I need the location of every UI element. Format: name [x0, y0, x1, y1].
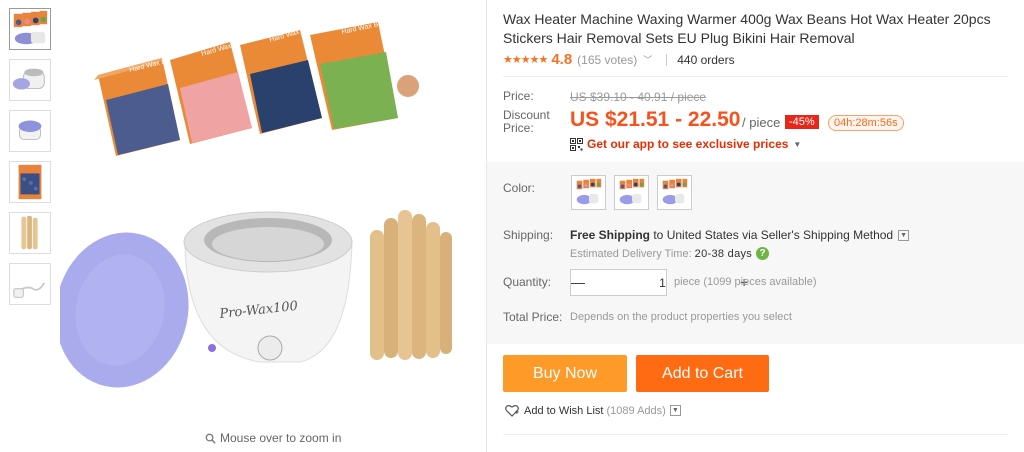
thumbnail-wooden-sticks[interactable]: [9, 212, 51, 254]
zoom-hint-text: Mouse over to zoom in: [220, 431, 342, 445]
thumbnail-eu-plug[interactable]: [9, 263, 51, 305]
product-title: Wax Heater Machine Waxing Warmer 400g Wa…: [503, 11, 991, 46]
per-piece-label: / piece: [742, 115, 781, 130]
product-illustration: Hard Wax Beans Hard Wax Beans Hard Wax B…: [60, 18, 452, 388]
free-shipping-text: Free Shipping: [570, 228, 651, 242]
app-promo-text: Get our app to see exclusive prices: [587, 137, 789, 151]
divider: [666, 53, 668, 66]
main-product-image[interactable]: Hard Wax Beans Hard Wax Beans Hard Wax B…: [60, 0, 480, 425]
wax-bag-pink: Hard Wax Beans: [170, 37, 254, 144]
shipping-method: Free Shipping to United States via Selle…: [570, 228, 910, 242]
divider: [503, 434, 1008, 435]
thumbnail-wax-beans-bags[interactable]: [9, 8, 51, 50]
total-price-note: Depends on the product properties you se…: [570, 311, 792, 323]
discount-percent-badge: -45%: [785, 115, 819, 129]
countdown-timer: 04h:28m:56s: [828, 115, 904, 131]
rating-row: ★★★★★ 4.8 (165 votes) ﹀ 440 orders: [503, 51, 735, 68]
set-thumbnail-icon: [576, 178, 602, 205]
thumbnail-wax-heater-open[interactable]: [9, 59, 51, 101]
zoom-hint: Mouse over to zoom in: [205, 431, 341, 445]
wax-heater: Pro-Wax100: [183, 211, 353, 363]
delivery-label: Estimated Delivery Time:: [570, 247, 692, 260]
set-thumbnail-icon: [662, 178, 688, 205]
thumbnail-wax-beans-bag[interactable]: [9, 161, 51, 203]
wax-heater-lid: [60, 232, 189, 388]
wax-beans-thumbnail-icon: [13, 10, 48, 45]
wax-bag-thumbnail-icon: [18, 164, 42, 200]
wax-bag-blue-gray: Hard Wax Beans: [94, 54, 182, 156]
buy-now-button[interactable]: Buy Now: [503, 355, 627, 392]
shipping-dropdown-icon[interactable]: ▼: [898, 229, 910, 241]
wax-heater-open-thumbnail-icon: [12, 68, 45, 90]
shipping-destination: to United States via Seller's Shipping M…: [650, 228, 894, 242]
wooden-sticks-thumbnail-icon: [21, 215, 38, 250]
quantity-decrease-button[interactable]: —: [571, 270, 585, 295]
shipping-label: Shipping:: [503, 228, 554, 242]
add-to-wishlist[interactable]: Add to Wish List (1089 Adds) ▼: [505, 404, 681, 417]
original-price: US $39.10 - 40.91 / piece: [570, 90, 707, 104]
quantity-stepper: — +: [570, 269, 748, 296]
color-swatch-1[interactable]: [571, 175, 606, 210]
total-price-label: Total Price:: [503, 310, 563, 324]
help-icon[interactable]: ?: [756, 247, 770, 260]
votes-link[interactable]: (165 votes): [577, 53, 637, 67]
discount-price-label-line2: Price:: [503, 121, 534, 135]
delivery-estimate: Estimated Delivery Time: 20-38 days ?: [570, 247, 770, 260]
caret-down-icon: ▼: [793, 139, 802, 149]
rating-score: 4.8: [551, 51, 573, 68]
product-detail-panel: Wax Heater Machine Waxing Warmer 400g Wa…: [487, 0, 1024, 452]
color-swatch-3[interactable]: [657, 175, 692, 210]
chevron-down-icon[interactable]: ﹀: [643, 53, 652, 66]
wishlist-dropdown-icon[interactable]: ▼: [669, 405, 681, 416]
wax-heater-closed-thumbnail-icon: [18, 120, 42, 141]
delivery-days: 20-38 days: [694, 247, 753, 260]
qr-code-icon: [570, 137, 583, 151]
wooden-sticks: [370, 210, 452, 360]
heart-plus-icon: [505, 405, 519, 417]
wax-bag-navy: Hard Wax Beans: [240, 23, 322, 134]
thumbnail-wax-heater-closed[interactable]: [9, 110, 51, 152]
orders-count: 440 orders: [677, 52, 735, 67]
rating-stars-icon: ★★★★★: [503, 54, 548, 66]
divider: [503, 76, 1008, 77]
set-thumbnail-icon: [619, 178, 645, 205]
magnifier-icon: [205, 433, 216, 444]
eu-plug-thumbnail-icon: [13, 282, 46, 298]
wax-bag-green: Hard Wax Beans: [310, 18, 421, 130]
price-label: Price:: [503, 89, 534, 103]
wishlist-text: Add to Wish List: [524, 404, 604, 417]
add-to-cart-button[interactable]: Add to Cart: [636, 355, 769, 392]
color-swatch-2[interactable]: [614, 175, 649, 210]
wishlist-count: (1089 Adds): [606, 404, 666, 417]
thumbnail-strip: [9, 8, 53, 314]
color-label: Color:: [503, 181, 536, 195]
quantity-availability: piece (1099 pieces available): [674, 276, 817, 288]
quantity-label: Quantity:: [503, 275, 552, 289]
app-promo-link[interactable]: Get our app to see exclusive prices ▼: [570, 137, 801, 151]
discount-price: US $21.51 - 22.50: [570, 108, 741, 131]
